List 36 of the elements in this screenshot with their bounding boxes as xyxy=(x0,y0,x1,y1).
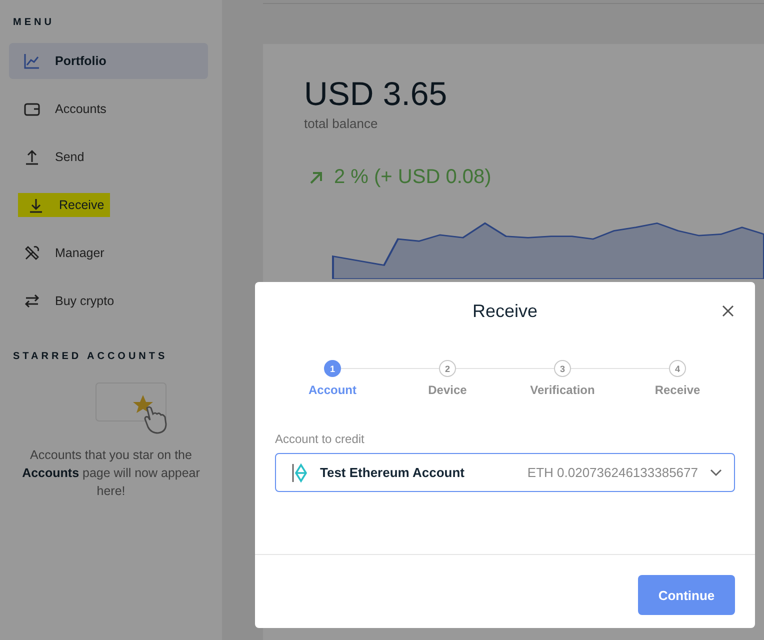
step-label: Receive xyxy=(654,383,700,397)
close-icon xyxy=(722,305,734,317)
step-label: Account xyxy=(308,383,356,397)
chevron-down-icon xyxy=(710,468,722,476)
starred-accounts-heading: STARRED ACCOUNTS xyxy=(12,351,169,362)
account-balance: ETH 0.020736246133385677 xyxy=(527,465,698,480)
upload-arrow-icon xyxy=(23,148,41,166)
balance-amount: USD 3.65 xyxy=(303,74,448,114)
continue-button[interactable]: Continue xyxy=(638,575,735,615)
balance-caption: total balance xyxy=(303,116,379,131)
step-number: 4 xyxy=(669,360,686,377)
nav-item[interactable]: Receive xyxy=(18,193,110,217)
nav-item[interactable]: Send xyxy=(9,139,98,175)
step-label: Verification xyxy=(530,383,595,397)
field-label: Account to credit xyxy=(275,432,366,446)
arrow-up-right-icon xyxy=(308,170,324,186)
step-number: 1 xyxy=(324,360,341,377)
account-name: Test Ethereum Account xyxy=(320,465,466,480)
nav-item[interactable]: Manager xyxy=(9,235,118,271)
nav-item[interactable]: Portfolio xyxy=(9,43,208,79)
close-button[interactable] xyxy=(721,304,735,318)
chart-line-icon xyxy=(23,52,41,70)
ethereum-icon xyxy=(292,462,308,482)
balance-change: 2 % (+ USD 0.08) xyxy=(334,166,492,189)
tools-icon xyxy=(23,244,41,262)
download-arrow-icon xyxy=(27,196,45,214)
starred-empty-message: Accounts that you star on the Accounts page will now appear here! xyxy=(21,447,201,500)
menu-heading: MENU xyxy=(12,17,56,28)
step-number: 3 xyxy=(554,360,571,377)
nav-item[interactable]: Accounts xyxy=(9,91,120,127)
swap-arrows-icon xyxy=(23,292,41,310)
step-label: Device xyxy=(428,383,467,397)
account-select[interactable]: Test Ethereum Account ETH 0.020736246133385677 xyxy=(275,453,735,492)
nav-item[interactable]: Buy crypto xyxy=(9,283,128,319)
step-number: 2 xyxy=(439,360,456,377)
dialog-title: Receive xyxy=(472,300,538,322)
